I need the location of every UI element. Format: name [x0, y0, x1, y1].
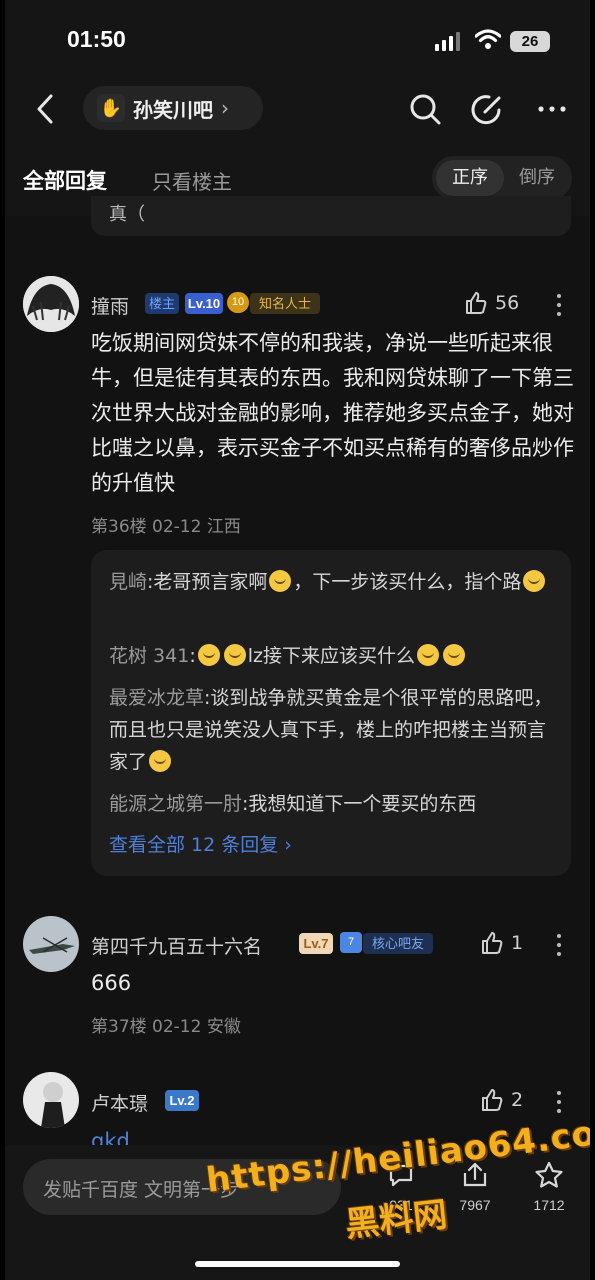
avatar-image: [23, 1072, 79, 1128]
emoji-icon: [442, 644, 465, 666]
sub-reply-author[interactable]: 最爱冰龙草: [109, 687, 204, 709]
emoji-icon: [197, 644, 220, 666]
forum-avatar: ✋: [97, 94, 125, 122]
avatar[interactable]: [23, 916, 79, 972]
signal-icon: [435, 32, 460, 51]
screen: 01:50 26 ✋ 孙笑川吧 › 全部回复 只看楼主 正序 倒序 真（ 撞雨 …: [5, 0, 590, 1280]
post-menu-icon[interactable]: [557, 1091, 563, 1113]
status-bar: 01:50 26: [5, 0, 590, 80]
sub-reply[interactable]: 見崎:老哥预言家啊 ，下一步该买什么，指个路: [109, 566, 564, 598]
post-menu-icon[interactable]: [557, 934, 563, 956]
sub-reply-text: :我想知道下一个要买的东西: [242, 793, 477, 815]
forum-link[interactable]: ✋ 孙笑川吧 ›: [83, 86, 263, 130]
username[interactable]: 第四千九百五十六名: [91, 932, 262, 959]
honor-level-badge: 10: [227, 292, 249, 313]
emoji-icon: [416, 644, 439, 666]
wifi-icon: [475, 29, 501, 49]
star-icon: [535, 1161, 563, 1188]
sub-reply-text: :老哥预言家啊: [147, 571, 268, 593]
like-button[interactable]: 56: [465, 291, 519, 315]
sub-reply-text-cont: lz接下来应该买什么: [247, 645, 415, 667]
avatar[interactable]: [23, 276, 79, 332]
status-time: 01:50: [67, 26, 126, 52]
previous-reply-card: 真（: [91, 196, 571, 236]
sub-reply-author[interactable]: 能源之城第一肘: [109, 793, 242, 815]
thumbs-up-icon: [482, 1089, 503, 1111]
post-meta: 第37楼 02-12 安徽: [91, 1017, 241, 1037]
avatar-image: [23, 276, 79, 332]
like-count: 1: [511, 932, 524, 954]
previous-reply-text: 真（: [109, 204, 145, 225]
op-badge: 楼主: [145, 293, 179, 314]
like-count: 56: [495, 292, 520, 314]
favorite-button[interactable]: 1712: [521, 1161, 577, 1213]
emoji-icon: [523, 570, 546, 592]
avatar-image: [23, 916, 79, 972]
sub-reply-text-cont: ，下一步该买什么，指个路: [293, 571, 522, 593]
emoji-icon: [223, 644, 246, 666]
sort-descending-button[interactable]: 倒序: [506, 160, 568, 196]
more-icon[interactable]: [535, 92, 569, 126]
sort-toggle: 正序 倒序: [432, 156, 572, 200]
tab-all-replies[interactable]: 全部回复: [23, 165, 107, 195]
favorite-count: 1712: [533, 1197, 565, 1213]
view-all-replies-link[interactable]: 查看全部 12 条回复 ›: [109, 830, 292, 857]
sub-reply-author[interactable]: 花树 341: [109, 645, 189, 667]
emoji-icon: [269, 570, 292, 592]
username[interactable]: 撞雨: [91, 292, 129, 319]
like-button[interactable]: 2: [481, 1088, 523, 1112]
level-badge: Lv.2: [165, 1090, 199, 1111]
level-badge: Lv.7: [299, 933, 333, 954]
nav-bar: ✋ 孙笑川吧 ›: [5, 80, 590, 140]
home-indicator: [195, 1261, 400, 1267]
share-count: 7967: [459, 1197, 491, 1213]
fan-level-badge: 7: [340, 932, 362, 953]
forum-name: 孙笑川吧: [133, 97, 213, 122]
avatar[interactable]: [23, 1072, 79, 1128]
username[interactable]: 卢本璟: [91, 1089, 148, 1116]
back-icon[interactable]: [31, 92, 61, 126]
edit-icon[interactable]: [471, 92, 505, 126]
sub-reply-author[interactable]: 見崎: [109, 571, 147, 593]
sub-reply-text: :: [189, 645, 196, 667]
fan-badge: 核心吧友: [363, 933, 433, 954]
tab-only-op[interactable]: 只看楼主: [152, 166, 232, 195]
battery-indicator: 26: [510, 31, 550, 52]
like-button[interactable]: 1: [481, 931, 523, 955]
level-badge: Lv.10: [185, 293, 223, 314]
sub-reply[interactable]: 能源之城第一肘:我想知道下一个要买的东西: [109, 788, 564, 820]
like-count: 2: [511, 1089, 524, 1111]
post-menu-icon[interactable]: [557, 294, 563, 316]
sub-reply[interactable]: 花树 341: lz接下来应该买什么: [109, 640, 564, 672]
thumbs-up-icon: [482, 932, 503, 954]
thumbs-up-icon: [466, 292, 487, 314]
sort-ascending-button[interactable]: 正序: [436, 160, 504, 196]
honor-badge: 知名人士: [250, 293, 320, 314]
search-icon[interactable]: [408, 92, 442, 126]
sub-reply[interactable]: 最爱冰龙草:谈到战争就买黄金是个很平常的思路吧，而且也只是说笑没人真下手，楼上的…: [109, 682, 564, 778]
sub-replies: 見崎:老哥预言家啊 ，下一步该买什么，指个路 花树 341: lz接下来应该买什么 …: [91, 550, 571, 876]
post-meta: 第36楼 02-12 江西: [91, 517, 241, 537]
emoji-icon: [149, 750, 172, 772]
post-content: 666: [91, 971, 132, 995]
chevron-right-icon: ›: [221, 96, 229, 120]
post-content: 吃饭期间网贷妹不停的和我装，净说一些听起来很牛，但是徒有其表的东西。我和网贷妹聊…: [91, 331, 574, 495]
